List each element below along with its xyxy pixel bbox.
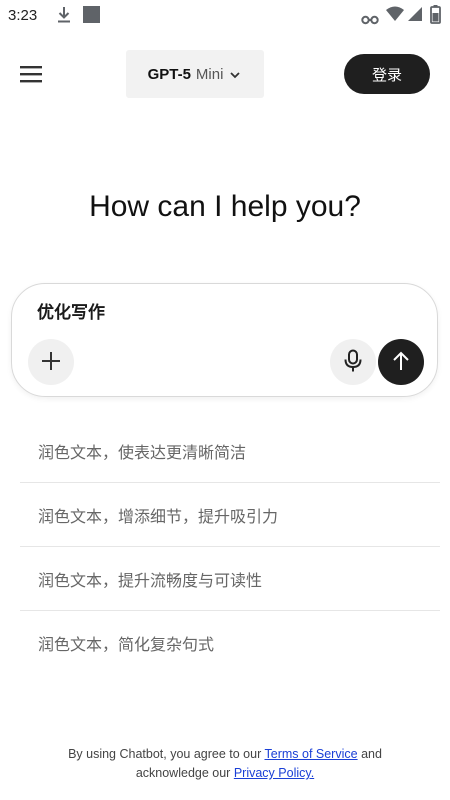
suggestion-item[interactable]: 润色文本，增添细节，提升吸引力 [20, 483, 440, 547]
wifi-icon [386, 6, 404, 26]
add-attachment-button[interactable] [28, 339, 74, 385]
microphone-icon [343, 349, 363, 376]
model-selector[interactable]: GPT-5 Mini [126, 50, 264, 98]
suggestion-list: 润色文本，使表达更清晰简洁 润色文本，增添细节，提升吸引力 润色文本，提升流畅度… [20, 419, 440, 675]
footer-line2-prefix: acknowledge our [135, 766, 231, 780]
send-button[interactable] [378, 339, 424, 385]
voice-input-button[interactable] [330, 339, 376, 385]
suggestion-item[interactable]: 润色文本，简化复杂句式 [20, 611, 440, 675]
signal-icon [407, 6, 423, 26]
footer-middle: and [361, 747, 382, 761]
legal-footer: By using Chatbot, you agree to our Terms… [0, 745, 450, 783]
suggestion-item[interactable]: 润色文本，使表达更清晰简洁 [20, 419, 440, 483]
login-button[interactable]: 登录 [344, 54, 430, 94]
model-name: GPT-5 [147, 65, 191, 83]
message-composer: 优化写作 [11, 283, 438, 397]
terms-of-service-link[interactable]: Terms of Service [265, 747, 358, 761]
vpn-key-icon [361, 10, 379, 29]
model-variant: Mini [195, 65, 224, 83]
menu-button[interactable] [18, 62, 46, 86]
greeting-heading: How can I help you? [89, 190, 361, 223]
footer-line-1: By using Chatbot, you agree to our Terms… [0, 745, 450, 764]
suggestion-item[interactable]: 润色文本，提升流畅度与可读性 [20, 547, 440, 611]
footer-prefix: By using Chatbot, you agree to our [68, 747, 262, 761]
hamburger-menu-icon [18, 66, 46, 90]
app-screen: 3:23 GPT-5 Mini 登录 How can I help you? 优… [0, 0, 450, 800]
status-time: 3:23 [8, 7, 38, 24]
battery-icon [430, 5, 441, 28]
chevron-down-icon [228, 65, 242, 84]
plus-icon [40, 350, 62, 375]
download-icon [56, 6, 72, 28]
composer-input[interactable]: 优化写作 [37, 298, 105, 323]
square-notification-icon [83, 6, 100, 23]
footer-line-2: acknowledge our Privacy Policy. [0, 764, 450, 783]
privacy-policy-link[interactable]: Privacy Policy. [234, 766, 314, 780]
status-bar: 3:23 [0, 0, 450, 32]
arrow-up-icon [391, 350, 411, 375]
